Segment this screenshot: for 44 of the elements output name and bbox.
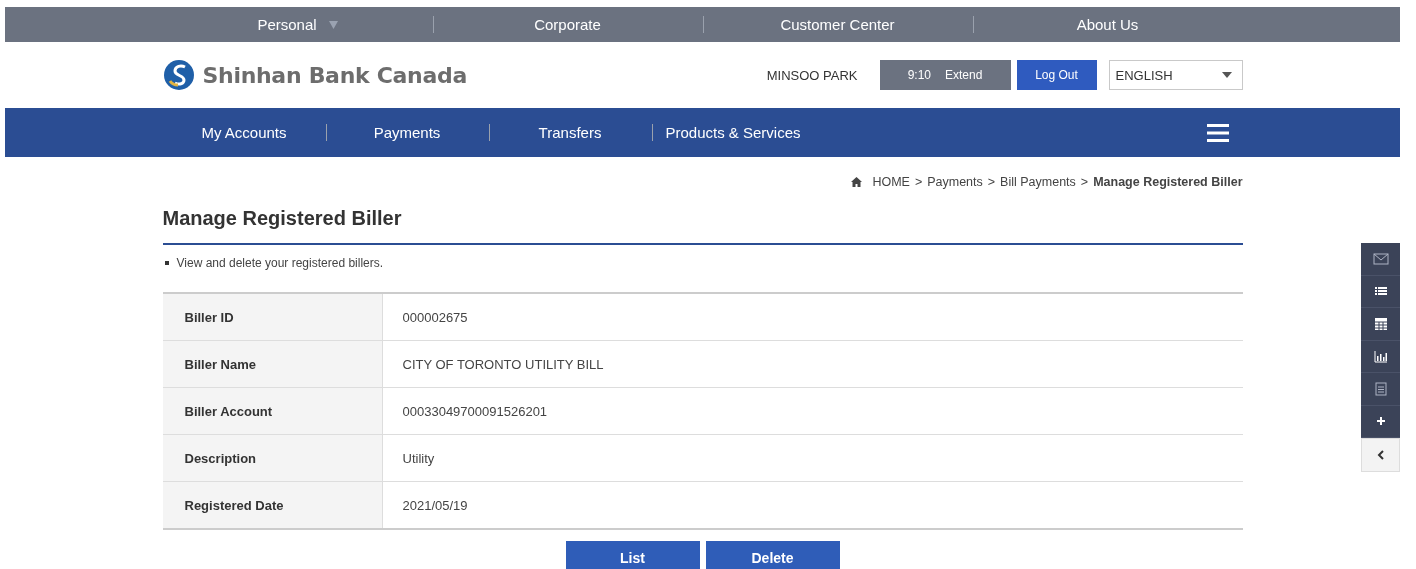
page-title: Manage Registered Biller [162, 206, 403, 231]
breadcrumb-separator: > [987, 175, 996, 189]
field-value: 00033049700091526201 [401, 402, 548, 421]
bar-chart-icon[interactable] [1372, 348, 1389, 365]
field-value: 000002675 [401, 308, 468, 327]
bullet-icon [164, 261, 169, 265]
top-menu-link[interactable]: Personal [257, 16, 338, 33]
breadcrumb-link[interactable]: HOME [872, 175, 910, 189]
action-button[interactable]: Delete [705, 541, 840, 569]
logout-button[interactable]: Log Out [1016, 60, 1097, 90]
field-label: Biller ID [162, 294, 383, 340]
home-icon [851, 177, 863, 187]
logo-icon [162, 59, 195, 91]
field-label: Biller Account [162, 388, 383, 434]
nav-link[interactable]: Transfers [538, 124, 602, 141]
extend-button[interactable]: Extend [945, 68, 983, 82]
field-value: 2021/05/19 [401, 496, 468, 515]
user-name: MINSOO PARK [766, 67, 858, 83]
field-label: Registered Date [162, 482, 383, 528]
menu-icon[interactable] [1206, 123, 1229, 142]
instruction-text: View and delete your registered billers. [176, 256, 384, 270]
nav-link[interactable]: My Accounts [201, 124, 287, 141]
calculator-icon[interactable] [1372, 315, 1389, 332]
top-menu-link[interactable]: Customer Center [780, 16, 895, 33]
language-select[interactable]: ENGLISH [1108, 60, 1243, 90]
field-label: Description [162, 435, 383, 481]
field-value: Utility [401, 449, 435, 468]
caret-icon [1221, 72, 1232, 78]
breadcrumb-link[interactable]: Manage Registered Biller [1093, 175, 1243, 189]
nav-link[interactable]: Payments [373, 124, 441, 141]
breadcrumb-link[interactable]: Payments [927, 175, 983, 189]
top-menu-link[interactable]: Corporate [534, 16, 601, 33]
bank-name: Shinhan Bank Canada [202, 62, 467, 88]
breadcrumb-separator: > [914, 175, 923, 189]
field-label: Biller Name [162, 341, 383, 387]
envelope-icon[interactable] [1372, 250, 1389, 267]
breadcrumb-link[interactable]: Bill Payments [1000, 175, 1076, 189]
breadcrumb-separator: > [1080, 175, 1089, 189]
action-button[interactable]: List [565, 541, 700, 569]
timer-text: 9:10 [907, 68, 931, 82]
field-value: CITY OF TORONTO UTILITY BILL [401, 355, 604, 374]
nav-link[interactable]: Products & Services [665, 124, 801, 141]
top-menu-link[interactable]: About Us [1076, 16, 1139, 33]
document-icon[interactable] [1372, 380, 1389, 397]
